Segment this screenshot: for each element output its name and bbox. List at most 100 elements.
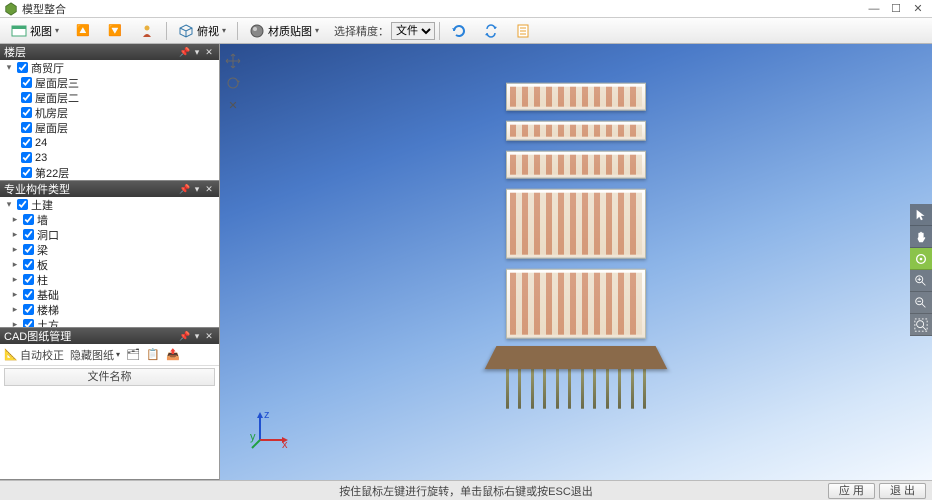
checkbox[interactable] <box>21 107 32 118</box>
tree-item[interactable]: ▸梁 <box>0 242 219 257</box>
cad-column-header: 文件名称 <box>4 368 215 386</box>
checkbox[interactable] <box>21 122 32 133</box>
exit-button[interactable]: 退 出 <box>879 483 926 499</box>
nav-down-button[interactable]: 🔽 <box>100 21 130 41</box>
cube-icon <box>178 23 194 39</box>
checkbox[interactable] <box>23 214 34 225</box>
tree-item[interactable]: ▸土方 <box>0 317 219 327</box>
checkbox[interactable] <box>23 274 34 285</box>
material-button[interactable]: 材质贴图 ▾ <box>242 21 326 41</box>
close-icon[interactable]: ✕ <box>203 47 215 58</box>
left-sidebar: 楼层 📌 ▾ ✕ ▾ 商贸厅 屋面层三屋面层二机房层屋面层2423第22层第21… <box>0 44 220 480</box>
close-button[interactable]: ✕ <box>908 2 928 16</box>
person-button[interactable] <box>132 21 162 41</box>
view-mode-dropdown[interactable]: 俯视 ▾ <box>171 21 233 41</box>
expand-icon[interactable]: ▸ <box>10 304 20 315</box>
checkbox[interactable] <box>23 229 34 240</box>
tree-item[interactable]: ▸洞口 <box>0 227 219 242</box>
floors-panel-header[interactable]: 楼层 📌 ▾ ✕ <box>0 44 219 60</box>
expand-icon[interactable]: ▸ <box>10 319 20 327</box>
close-icon[interactable]: ✕ <box>203 184 215 195</box>
checkbox[interactable] <box>23 289 34 300</box>
checkbox[interactable] <box>17 199 28 210</box>
hide-drawing-button[interactable]: 隐藏图纸 ▾ <box>70 347 120 363</box>
tree-item[interactable]: ▸墙 <box>0 212 219 227</box>
tree-item[interactable]: ▸楼梯 <box>0 302 219 317</box>
rotate-icon[interactable] <box>224 74 242 92</box>
expand-icon[interactable]: ▸ <box>10 214 20 225</box>
auto-correct-button[interactable]: 📐 自动校正 <box>4 347 64 363</box>
cad-tool-1[interactable]: 🗂 <box>126 348 140 362</box>
tool-label: 自动校正 <box>20 347 64 363</box>
collapse-icon[interactable]: ▾ <box>4 199 14 210</box>
maximize-button[interactable]: ☐ <box>886 2 906 16</box>
checkbox[interactable] <box>21 167 32 178</box>
view-button[interactable]: 视图 ▾ <box>4 21 66 41</box>
checkbox[interactable] <box>21 77 32 88</box>
viewport-right-tools <box>910 204 932 336</box>
collapse-icon[interactable]: ▾ <box>4 62 14 73</box>
tree-item[interactable]: 屋面层 <box>0 120 219 135</box>
tree-label: 24 <box>35 137 47 149</box>
expand-icon[interactable]: ▸ <box>10 244 20 255</box>
minimize-button[interactable]: — <box>864 2 884 16</box>
tree-item[interactable]: ▸基础 <box>0 287 219 302</box>
pin-icon[interactable]: 📌 <box>179 47 191 58</box>
hand-tool[interactable] <box>910 226 932 248</box>
cad-tool-2[interactable]: 📋 <box>146 348 160 362</box>
cad-tool-3[interactable]: 📤 <box>166 348 180 362</box>
dropdown-icon[interactable]: ▾ <box>191 47 203 58</box>
zoom-out-tool[interactable] <box>910 292 932 314</box>
checkbox[interactable] <box>23 259 34 270</box>
checkbox[interactable] <box>23 304 34 315</box>
document-button[interactable] <box>508 21 538 41</box>
dropdown-icon[interactable]: ▾ <box>191 331 203 342</box>
tree-item[interactable]: 屋面层三 <box>0 75 219 90</box>
refresh-button[interactable] <box>444 21 474 41</box>
sync-button[interactable] <box>476 21 506 41</box>
separator <box>166 22 167 40</box>
expand-icon[interactable]: ▸ <box>10 289 20 300</box>
orbit-tool[interactable] <box>910 248 932 270</box>
close-icon[interactable]: ✕ <box>203 331 215 342</box>
fit-tool[interactable] <box>910 314 932 336</box>
pin-icon[interactable]: 📌 <box>179 184 191 195</box>
model-floor <box>506 151 646 179</box>
floors-tree[interactable]: ▾ 商贸厅 屋面层三屋面层二机房层屋面层2423第22层第21层第20层 <box>0 60 219 180</box>
3d-viewport[interactable]: ✕ z x <box>220 44 932 480</box>
expand-icon[interactable]: ▸ <box>10 274 20 285</box>
checkbox[interactable] <box>23 244 34 255</box>
tree-item[interactable]: 机房层 <box>0 105 219 120</box>
checkbox[interactable] <box>17 62 28 73</box>
checkbox[interactable] <box>21 92 32 103</box>
nav-up-button[interactable]: 🔼 <box>68 21 98 41</box>
copy-icon: 📋 <box>146 348 160 362</box>
tree-item[interactable]: ▸柱 <box>0 272 219 287</box>
expand-icon[interactable]: ▸ <box>10 229 20 240</box>
expand-icon[interactable]: ▸ <box>10 259 20 270</box>
tree-item[interactable]: 第22层 <box>0 165 219 180</box>
model-floor <box>506 189 646 259</box>
checkbox[interactable] <box>23 319 34 327</box>
component-panel-header[interactable]: 专业构件类型 📌 ▾ ✕ <box>0 181 219 197</box>
tree-root[interactable]: ▾ 商贸厅 <box>0 60 219 75</box>
tree-item[interactable]: 屋面层二 <box>0 90 219 105</box>
pin-icon[interactable]: 📌 <box>179 331 191 342</box>
tree-item[interactable]: 24 <box>0 135 219 150</box>
app-icon <box>4 2 18 16</box>
tree-item[interactable]: 23 <box>0 150 219 165</box>
tree-item[interactable]: ▸板 <box>0 257 219 272</box>
tree-label: 土建 <box>31 197 53 213</box>
precision-select[interactable]: 文件 <box>391 22 435 40</box>
checkbox[interactable] <box>21 152 32 163</box>
component-tree[interactable]: ▾ 土建 ▸墙▸洞口▸梁▸板▸柱▸基础▸楼梯▸土方▸其他▸粗装修 <box>0 197 219 327</box>
checkbox[interactable] <box>21 137 32 148</box>
apply-button[interactable]: 应 用 <box>828 483 875 499</box>
zoom-in-tool[interactable] <box>910 270 932 292</box>
close-view-icon[interactable]: ✕ <box>224 96 242 114</box>
cad-panel-header[interactable]: CAD图纸管理 📌 ▾ ✕ <box>0 328 219 344</box>
dropdown-icon[interactable]: ▾ <box>191 184 203 195</box>
pan-icon[interactable] <box>224 52 242 70</box>
pointer-tool[interactable] <box>910 204 932 226</box>
tree-root[interactable]: ▾ 土建 <box>0 197 219 212</box>
